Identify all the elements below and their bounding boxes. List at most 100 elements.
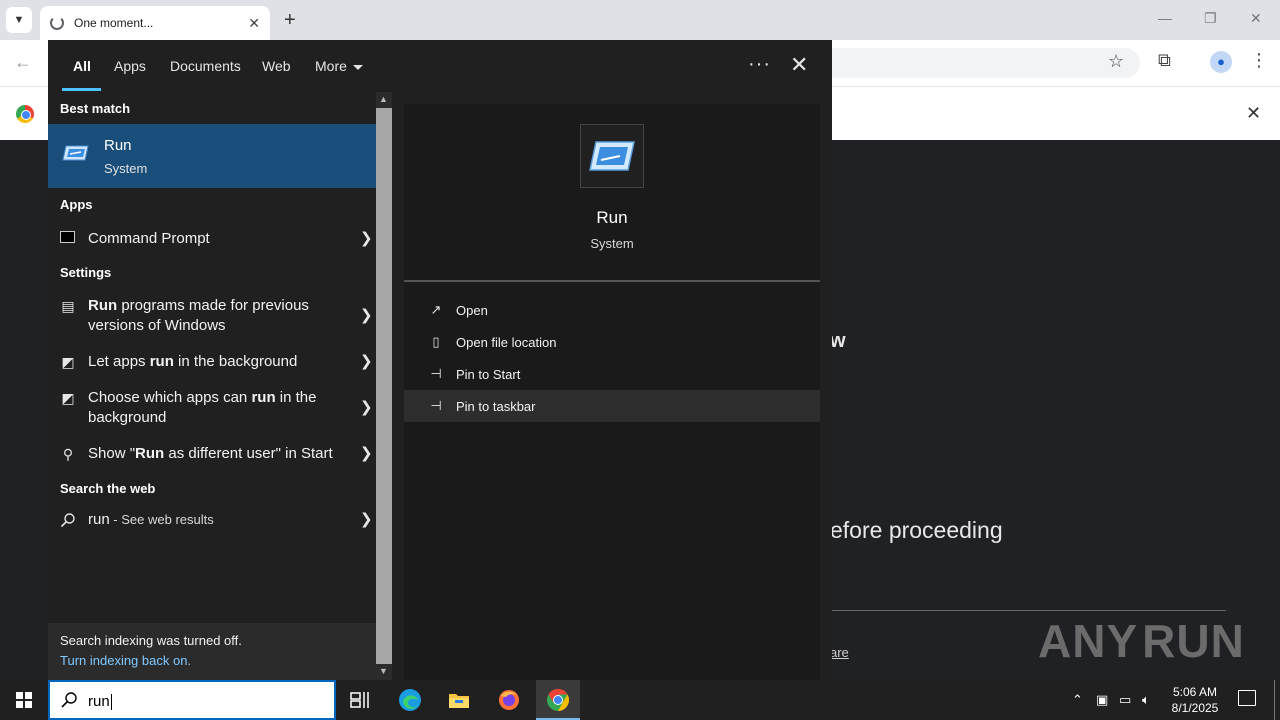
tab-search-button[interactable]: ▼ (6, 7, 32, 33)
profile-avatar-icon[interactable]: ● (1210, 51, 1232, 73)
taskbar: run ⌃ ▣ ▭ 🔈︎ 5:06 AM 8/1/2025 (0, 680, 1280, 720)
watermark-run: RUN (1142, 615, 1245, 667)
new-tab-button[interactable]: + (284, 8, 296, 32)
result-label: run - See web results (88, 511, 214, 528)
filter-tab-all[interactable]: All (73, 58, 91, 74)
chevron-right-icon[interactable]: ❯ (360, 352, 373, 370)
open-icon: ↗ (430, 302, 442, 317)
result-label: Show "Run as different user" in Start (88, 445, 333, 462)
system-clock[interactable]: 5:06 AM 8/1/2025 (1162, 684, 1228, 716)
result-setting-compat[interactable]: ▤ Run programs made for previous version… (48, 292, 376, 340)
tab-close-icon[interactable]: ✕ (248, 15, 260, 32)
show-hidden-icons-chevron-icon[interactable]: ⌃ (1072, 692, 1083, 708)
network-status-icon[interactable]: ▣ (1096, 692, 1108, 708)
watermark-any: ANY (1038, 615, 1139, 667)
start-search-panel: All Apps Documents Web More ··· ✕ Best m… (48, 40, 832, 680)
result-setting-choose-apps[interactable]: ◩ Choose which apps can run in the backg… (48, 384, 376, 432)
apps-header: Apps (60, 197, 93, 212)
compatibility-icon: ▤ (61, 298, 75, 314)
anyrun-watermark: ANY RUN (1038, 608, 1244, 674)
address-bar[interactable] (830, 48, 1140, 78)
minimize-icon[interactable]: — (1158, 10, 1172, 26)
result-web-search[interactable]: run - See web results ❯ (48, 506, 376, 538)
pin-icon: ⊣ (430, 366, 442, 381)
extensions-icon[interactable]: ⧉ (1158, 50, 1171, 71)
filter-tab-documents[interactable]: Documents (170, 58, 241, 74)
chevron-down-icon: ▼ (13, 14, 25, 26)
result-label: Let apps run in the background (88, 353, 298, 370)
scroll-up-arrow-icon[interactable]: ▲ (379, 94, 388, 104)
action-open-file-location[interactable]: ▯ Open file location (404, 326, 820, 358)
action-label: Pin to taskbar (456, 399, 536, 414)
infobar-close-icon[interactable]: ✕ (1246, 103, 1261, 124)
start-button[interactable] (0, 680, 48, 720)
windows-logo-icon (16, 692, 32, 708)
result-setting-background[interactable]: ◩ Let apps run in the background ❯ (48, 348, 376, 380)
browser-tab[interactable]: One moment... ✕ (40, 6, 270, 40)
notification-center-icon[interactable] (1238, 690, 1256, 706)
tab-title: One moment... (74, 16, 154, 30)
chrome-logo-icon (16, 105, 34, 123)
edge-icon[interactable] (398, 688, 422, 712)
search-icon (60, 513, 75, 528)
result-label: Run programs made for previous versions … (88, 297, 309, 334)
result-label: Choose which apps can run in the backgro… (88, 389, 317, 426)
developer-settings-icon: ⚲ (62, 446, 74, 462)
preview-pane: Run System ↗ Open ▯ Open file location ⊣… (404, 104, 820, 680)
filter-tab-web[interactable]: Web (262, 58, 291, 74)
panel-close-icon[interactable]: ✕ (790, 52, 808, 78)
search-filter-bar: All Apps Documents Web More ··· ✕ (48, 40, 832, 92)
action-pin-to-start[interactable]: ⊣ Pin to Start (404, 358, 820, 390)
chevron-right-icon[interactable]: ❯ (360, 306, 373, 324)
scroll-thumb[interactable] (376, 108, 392, 664)
action-label: Open file location (456, 335, 557, 350)
best-match-header: Best match (60, 101, 131, 116)
action-open[interactable]: ↗ Open (404, 294, 820, 326)
monitor-network-icon[interactable]: ▭ (1119, 692, 1131, 708)
chrome-menu-icon[interactable]: ⋮ (1250, 50, 1268, 71)
firefox-icon[interactable] (497, 688, 521, 712)
chevron-right-icon[interactable]: ❯ (360, 229, 373, 247)
loading-spinner-icon (50, 16, 64, 30)
indexing-notice: Search indexing was turned off. Turn ind… (48, 623, 376, 680)
search-input[interactable]: run (88, 693, 112, 711)
preview-divider (404, 280, 820, 282)
clock-time: 5:06 AM (1172, 685, 1218, 699)
result-label: Command Prompt (88, 230, 210, 247)
chevron-right-icon[interactable]: ❯ (360, 444, 373, 462)
background-apps-icon: ◩ (61, 354, 75, 370)
run-app-icon-large (580, 124, 644, 188)
page-link-fragment[interactable]: are (830, 645, 849, 660)
result-setting-run-as[interactable]: ⚲ Show "Run as different user" in Start … (48, 440, 376, 472)
chevron-right-icon[interactable]: ❯ (360, 398, 373, 416)
pin-icon: ⊣ (430, 398, 442, 413)
taskbar-chrome-active[interactable] (536, 680, 580, 720)
window-close-icon[interactable]: ✕ (1250, 10, 1262, 27)
more-options-icon[interactable]: ··· (748, 53, 771, 76)
turn-indexing-on-link[interactable]: Turn indexing back on. (60, 653, 191, 668)
scroll-down-arrow-icon[interactable]: ▼ (379, 666, 388, 676)
chrome-icon (547, 689, 569, 711)
action-pin-to-taskbar[interactable]: ⊣ Pin to taskbar (404, 390, 820, 422)
best-match-subtitle: System (104, 161, 148, 176)
clock-date: 8/1/2025 (1171, 701, 1219, 715)
best-match-run[interactable]: Run System (48, 124, 376, 188)
preview-subtitle: System (590, 236, 634, 251)
filter-tab-apps[interactable]: Apps (114, 58, 146, 74)
result-command-prompt[interactable]: Command Prompt ❯ (48, 222, 376, 254)
chrome-tabstrip: ▼ One moment... ✕ + — ❐ ✕ (0, 0, 1280, 40)
bookmark-star-icon[interactable]: ☆ (1108, 51, 1124, 72)
web-header: Search the web (60, 481, 156, 496)
taskbar-search-box[interactable]: run (48, 680, 336, 720)
chevron-right-icon[interactable]: ❯ (360, 510, 373, 528)
show-desktop-button[interactable] (1274, 680, 1275, 720)
filter-tab-more[interactable]: More (315, 58, 363, 74)
back-arrow-icon[interactable]: ← (14, 52, 32, 73)
volume-icon[interactable]: 🔈︎ (1142, 692, 1150, 708)
task-view-icon[interactable] (348, 688, 372, 712)
file-explorer-icon[interactable] (447, 688, 471, 712)
preview-title: Run (596, 208, 628, 227)
page-text-fragment: w (830, 330, 846, 352)
results-scrollbar[interactable]: ▲ ▼ (376, 92, 392, 680)
restore-icon[interactable]: ❐ (1204, 10, 1217, 27)
